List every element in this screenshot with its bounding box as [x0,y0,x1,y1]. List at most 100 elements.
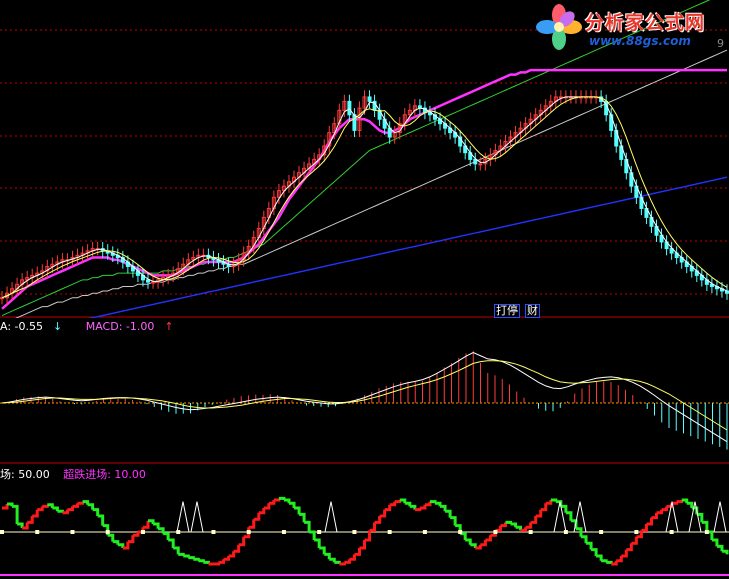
osc-step-segment [32,509,39,518]
osc-step-segment [107,533,115,542]
osc-step-segment [414,508,422,512]
osc-step-segment [213,562,220,566]
osc-marker [387,530,392,534]
flag-right-label: 财 [527,304,538,317]
osc-step-segment [676,500,684,504]
osc-step-segment [565,511,573,521]
candle-body [367,96,372,102]
osc-marker [704,530,709,534]
osc-step-segment [641,524,648,532]
osc-step-segment [631,536,638,545]
osc-step-segment [273,498,281,502]
osc-step-segment [535,509,543,518]
osc-step-segment [651,512,659,520]
osc-marker [281,530,286,534]
osc-step-segment [465,538,472,545]
ma-white-line [1,96,728,299]
osc-step-segment [334,560,341,564]
osc-step-segment [258,508,266,515]
osc-step-segment [309,530,316,540]
candle-body [725,290,729,294]
macd-arrow-icon: ↑ [164,320,174,333]
osc-step-segment [163,532,170,540]
osc-marker [0,530,4,534]
osc-step-segment [27,516,34,524]
macd-chart[interactable] [0,318,729,464]
osc-marker [669,530,674,534]
osc-step-segment [384,504,392,512]
osc-step-segment [349,554,356,561]
osc-step-segment [646,517,653,526]
oscillator-legend: 场: 50.00 超跌进场: 10.00 [0,466,156,482]
flag-marker-left[interactable]: 打停 [494,304,520,318]
ma-blue-line [88,176,728,318]
osc-step-segment [515,525,523,531]
pinwheel-logo-icon [536,4,582,50]
osc-marker [35,530,40,534]
osc-step-segment [233,544,241,553]
osc-step-segment [319,546,326,555]
osc-step-segment [716,544,724,552]
osc-step-segment [379,509,387,518]
osc-step-segment [304,520,311,532]
osc-step-segment [283,498,291,504]
osc-step-segment [540,503,548,512]
watermark-url: www.88gs.com [589,34,691,48]
osc-marker [246,530,251,534]
osc-step-segment [686,501,694,508]
osc-step-segment [142,520,150,529]
osc-step-segment [183,554,190,558]
osc-signal-peak [190,501,204,533]
osc-step-segment [575,527,583,537]
osc-step-segment [510,522,518,528]
osc-step-segment [97,514,105,526]
osc-step-segment [2,504,9,510]
osc-step-segment [238,536,246,547]
osc-step-segment [450,516,457,526]
osc-step-segment [57,509,64,513]
osc-step-segment [495,525,502,532]
osc-step-segment [223,556,231,561]
osc-step-segment [87,503,95,510]
osc-step-segment [545,500,553,505]
candle-body [473,158,478,165]
osc-step-segment [500,522,507,528]
watermark-logo: 分析家公式网 www.88gs.com [533,2,723,52]
osc-step-segment [480,540,487,547]
watermark-title: 分析家公式网 [585,12,706,34]
osc-step-segment [188,556,195,560]
osc-step-segment [42,504,49,508]
osc-step-segment [505,520,513,524]
flag-marker-right[interactable]: 财 [525,304,540,318]
osc-step-segment [601,559,608,563]
osc-step-segment [112,540,120,545]
osc-step-segment [434,501,442,507]
osc-step-segment [52,506,59,512]
ma-yellow-line [1,96,728,299]
candle-body [347,100,352,116]
osc-step-segment [626,543,633,552]
osc-step-segment [389,501,397,507]
osc-step-segment [470,543,477,548]
osc-step-segment [359,540,366,550]
osc-marker [599,530,604,534]
osc-step-segment [394,500,402,504]
osc-signal-peak [176,501,190,533]
osc-step-segment [17,522,24,528]
osc-step-segment [440,504,447,512]
osc-step-segment [404,501,412,507]
macd-panel[interactable] [0,318,729,464]
osc-step-segment [178,552,185,556]
osc-step-segment [460,532,467,540]
dea-value-text: A: -0.55 ↓ [0,320,63,333]
osc-marker [352,530,357,534]
candle-body [146,279,151,283]
macd-value-text: MACD: -1.00 ↑ [85,320,174,333]
osc-step-segment [369,522,377,532]
osc-step-segment [268,500,276,505]
osc-step-segment [37,506,44,512]
osc-signal-peak [713,501,727,533]
osc-marker [105,530,110,534]
candle-body [352,114,357,131]
osc-step-segment [429,500,437,504]
